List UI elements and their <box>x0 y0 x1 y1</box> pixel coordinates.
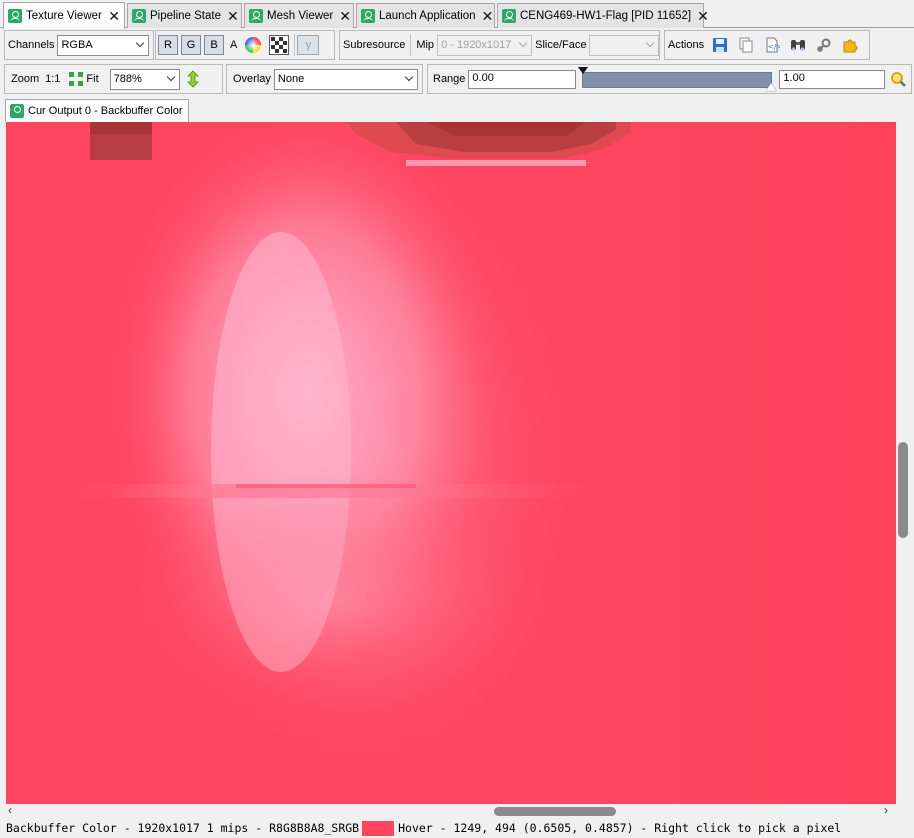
range-label: Range <box>433 73 466 85</box>
capture-icon <box>502 9 516 23</box>
close-icon[interactable]: ✕ <box>697 9 709 23</box>
hover-color-swatch <box>362 820 395 836</box>
separator <box>410 34 412 56</box>
color-wheel-icon[interactable] <box>243 35 263 55</box>
pipeline-state-icon <box>132 9 146 23</box>
channels-label: Channels <box>8 39 55 51</box>
chevron-down-icon <box>518 40 528 50</box>
range-min-input[interactable]: 0.00 <box>468 69 577 89</box>
scroll-left-icon[interactable]: ‹ <box>8 804 12 816</box>
tab-texture-viewer[interactable]: Texture Viewer ✕ <box>3 2 125 29</box>
document-tab-bar: Texture Viewer ✕ Pipeline State ✕ Mesh V… <box>0 0 914 29</box>
zoom-one-to-one-button[interactable]: 1:1 <box>45 73 60 85</box>
range-max-handle[interactable] <box>766 83 777 91</box>
actions-group: Actions </> <box>664 30 870 60</box>
subresource-group: Subresource Mip 0 - 1920x1017 Slice/Face <box>339 30 660 60</box>
chevron-down-icon <box>135 40 145 50</box>
overlay-select[interactable]: None <box>273 68 418 90</box>
channels-select[interactable]: RGBA <box>57 34 150 56</box>
hover-info-text: Hover - 1249, 494 (0.6505, 0.4857) - Rig… <box>398 821 842 835</box>
slice-face-label: Slice/Face <box>535 39 587 51</box>
svg-text:</>: </> <box>768 43 780 51</box>
blue-channel-button[interactable]: B <box>204 35 224 55</box>
overlay-value: None <box>277 73 305 85</box>
overlay-group: Overlay None <box>226 64 423 94</box>
puzzle-piece-icon[interactable] <box>840 35 860 55</box>
chevron-down-icon <box>404 74 414 84</box>
save-icon[interactable] <box>710 35 730 55</box>
binoculars-icon[interactable] <box>788 35 808 55</box>
mip-label: Mip <box>416 39 435 51</box>
zoom-select[interactable]: 788% <box>109 68 180 90</box>
green-channel-button[interactable]: G <box>181 35 201 55</box>
tab-label: Launch Application <box>379 10 476 22</box>
texture-icon <box>10 104 24 118</box>
slice-face-select[interactable] <box>589 34 659 56</box>
red-channel-button[interactable]: R <box>158 35 178 55</box>
close-icon[interactable]: ✕ <box>339 9 351 23</box>
chevron-down-icon <box>645 40 655 50</box>
alpha-channel-button[interactable]: A <box>230 39 237 51</box>
channel-toggle-group: R G B A γ <box>155 30 335 60</box>
open-in-editor-icon[interactable]: </> <box>762 35 782 55</box>
close-icon[interactable]: ✕ <box>482 9 494 23</box>
launch-application-icon <box>361 9 375 23</box>
copy-icon[interactable] <box>736 35 756 55</box>
range-max-input[interactable]: 1.00 <box>779 69 886 89</box>
overlay-label: Overlay <box>233 73 271 85</box>
tab-current-output[interactable]: Cur Output 0 - Backbuffer Color <box>5 99 190 122</box>
status-bar: Backbuffer Color - 1920x1017 1 mips - R8… <box>0 818 914 838</box>
flip-vertical-icon[interactable] <box>183 69 203 89</box>
auto-fit-range-icon[interactable] <box>888 69 908 89</box>
range-min-handle[interactable] <box>578 67 589 74</box>
range-histogram-slider[interactable] <box>578 67 777 91</box>
scroll-right-icon[interactable]: › <box>884 804 888 816</box>
tab-mesh-viewer[interactable]: Mesh Viewer ✕ <box>244 3 354 28</box>
horizontal-scrollbar[interactable]: ‹ › <box>6 804 896 818</box>
tab-pipeline-state[interactable]: Pipeline State ✕ <box>127 3 242 28</box>
close-icon[interactable]: ✕ <box>108 9 120 23</box>
texture-viewport[interactable] <box>6 122 896 804</box>
range-bar <box>582 72 773 88</box>
toolbar-zoom-range: Zoom 1:1 Fit 788% Overlay None Range 0.0… <box>0 64 914 96</box>
channels-group: Channels RGBA <box>4 30 154 60</box>
texture-info-text: Backbuffer Color - 1920x1017 1 mips - R8… <box>6 821 360 835</box>
zoom-value: 788% <box>113 73 142 85</box>
checkerboard-icon[interactable] <box>269 35 290 55</box>
actions-label: Actions <box>668 39 705 51</box>
toolbar-channels: Channels RGBA R G B A γ Subresource Mip … <box>0 30 914 62</box>
fit-button[interactable]: Fit <box>86 73 98 85</box>
range-group: Range 0.00 1.00 <box>427 64 912 94</box>
tab-label: CENG469-HW1-Flag [PID 11652] <box>520 10 692 22</box>
zoom-group: Zoom 1:1 Fit 788% <box>4 64 223 94</box>
tab-label: Cur Output 0 - Backbuffer Color <box>28 105 183 117</box>
separator <box>294 34 296 56</box>
vertical-scroll-thumb[interactable] <box>898 442 908 538</box>
texture-viewer-icon <box>8 9 22 23</box>
fit-icon[interactable] <box>66 69 86 89</box>
horizontal-scroll-thumb[interactable] <box>494 807 616 816</box>
vertical-scrollbar[interactable] <box>896 122 910 804</box>
tab-label: Mesh Viewer <box>267 10 334 22</box>
mip-value: 0 - 1920x1017 <box>441 39 512 51</box>
link-icon[interactable] <box>814 35 834 55</box>
channels-value: RGBA <box>61 39 93 51</box>
tab-launch-application[interactable]: Launch Application ✕ <box>356 3 495 28</box>
subresource-label: Subresource <box>343 39 406 51</box>
chevron-down-icon <box>166 74 176 84</box>
mip-select[interactable]: 0 - 1920x1017 <box>437 34 533 56</box>
tab-label: Texture Viewer <box>26 10 102 22</box>
texture-image <box>6 122 896 804</box>
close-icon[interactable]: ✕ <box>227 9 239 23</box>
tab-capture[interactable]: CENG469-HW1-Flag [PID 11652] ✕ <box>497 3 709 28</box>
gamma-button[interactable]: γ <box>297 35 320 55</box>
tab-label: Pipeline State <box>150 10 221 22</box>
zoom-label: Zoom <box>11 73 40 85</box>
mesh-viewer-icon <box>249 9 263 23</box>
